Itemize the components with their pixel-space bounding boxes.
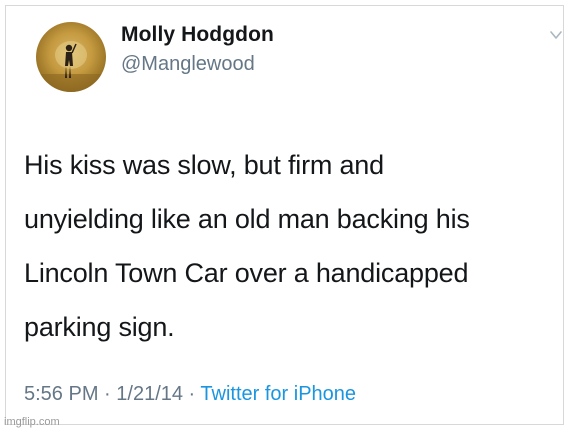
tweet-text-line: parking sign. <box>24 312 175 342</box>
tweet-source-link[interactable]: Twitter for iPhone <box>200 383 356 405</box>
tweet-time[interactable]: 5:56 PM <box>24 383 98 405</box>
tweet-metadata: 5:56 PM · 1/21/14 · Twitter for iPhone <box>24 383 356 406</box>
avatar-figure-icon <box>36 41 106 92</box>
meta-separator: · <box>183 383 201 405</box>
author-handle[interactable]: @Manglewood <box>121 53 255 76</box>
tweet-date[interactable]: 1/21/14 <box>116 383 183 405</box>
tweet-text-line: unyielding like an old man backing his <box>24 204 470 234</box>
tweet-text: His kiss was slow, but firm and unyieldi… <box>24 138 554 354</box>
meta-separator: · <box>98 383 117 405</box>
tweet-text-line: Lincoln Town Car over a handicapped <box>24 258 469 288</box>
avatar[interactable] <box>36 22 106 92</box>
chevron-down-icon[interactable] <box>549 28 563 42</box>
tweet-text-line: His kiss was slow, but firm and <box>24 150 384 180</box>
author-display-name[interactable]: Molly Hodgdon <box>121 23 274 47</box>
watermark: imgflip.com <box>4 416 60 428</box>
